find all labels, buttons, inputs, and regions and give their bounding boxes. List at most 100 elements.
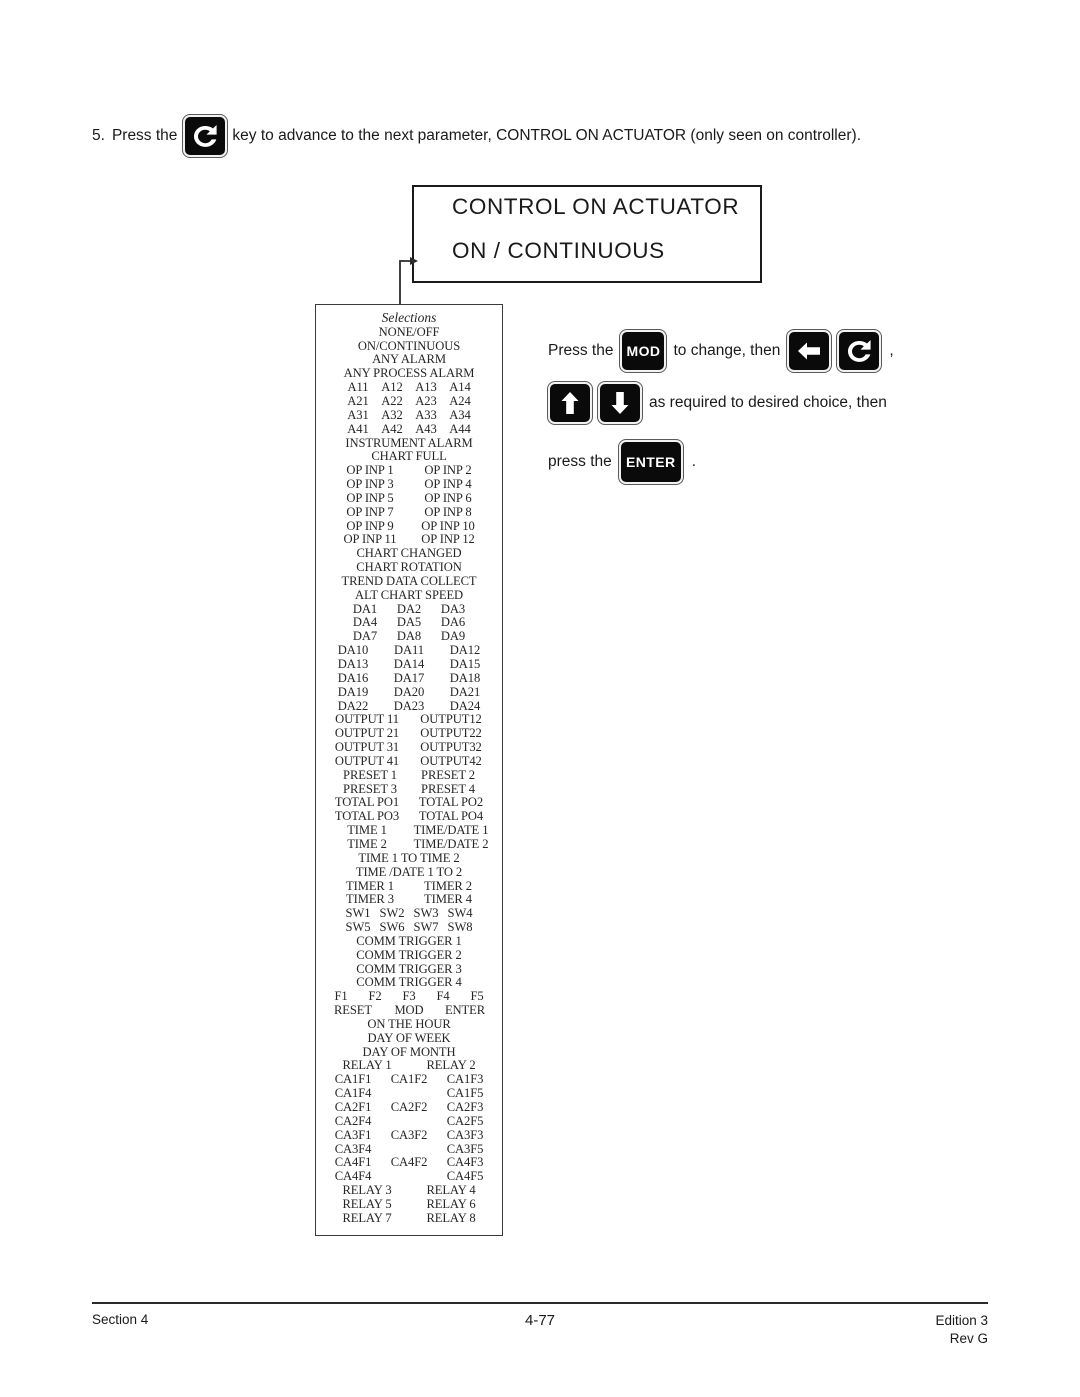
- selection-row: DA16 DA17 DA18: [316, 670, 502, 686]
- selection-item: SW2: [379, 906, 405, 921]
- selection-item: SW4: [447, 906, 473, 921]
- selection-item: OP INP 5: [346, 490, 394, 505]
- selection-item: OUTPUT 41: [334, 753, 400, 768]
- instr3-press-the: press the: [548, 453, 612, 470]
- selection-item: ON/CONTINUOUS: [357, 338, 461, 353]
- selection-item: ANY ALARM: [372, 352, 446, 367]
- selection-item: CA1F5: [446, 1086, 484, 1101]
- selection-item: RELAY 7: [342, 1210, 392, 1225]
- selection-item: OP INP 1: [346, 463, 394, 478]
- selection-item: CA2F4: [334, 1113, 372, 1128]
- selection-row: PRESET 3 PRESET 4: [316, 781, 502, 797]
- selection-item: TIME /DATE 1 TO 2: [355, 864, 463, 879]
- selection-row: OUTPUT 31 OUTPUT32: [316, 740, 502, 755]
- enter-key-button[interactable]: ENTER: [617, 439, 684, 485]
- selection-item: OUTPUT 31: [334, 740, 400, 755]
- selection-item: RESET: [334, 1003, 372, 1018]
- selection-item: A44: [449, 421, 471, 436]
- left-arrow-icon[interactable]: [786, 329, 833, 373]
- selection-item: RELAY 1: [342, 1058, 392, 1073]
- selection-item: OUTPUT12: [420, 712, 482, 727]
- selection-item: OP INP 11: [343, 532, 397, 547]
- selection-row: OP INP 11 OP INP 12: [316, 533, 502, 547]
- selection-item: DA6: [440, 615, 466, 630]
- selection-item: TREND DATA COLLECT: [341, 573, 477, 588]
- selection-item: DA1: [352, 601, 378, 616]
- selection-item: CHART ROTATION: [356, 560, 462, 575]
- selection-row: CA1F4 CA1F5: [316, 1086, 502, 1101]
- selection-item: OP INP 8: [424, 504, 472, 519]
- loop-advance-icon[interactable]: [836, 329, 883, 373]
- selection-row: OP INP 3 OP INP 4: [316, 477, 502, 492]
- selection-item: COMM TRIGGER 1: [356, 933, 462, 948]
- selection-item: A41: [347, 421, 369, 436]
- selection-row: TIME 1 TIME/DATE 1: [316, 823, 502, 838]
- selection-item: F1: [334, 989, 348, 1004]
- selection-item: DA8: [396, 629, 422, 644]
- step-text-before: Press the: [111, 127, 178, 144]
- selection-item: CA1F4: [334, 1086, 372, 1101]
- selection-item: TIME 1: [347, 823, 387, 838]
- selection-item: DAY OF WEEK: [367, 1030, 451, 1045]
- selection-row: OP INP 9 OP INP 10: [316, 518, 502, 534]
- selection-item: DA20: [393, 684, 425, 699]
- instr1-to-change: to change, then: [673, 342, 781, 359]
- selection-item: TIMER 2: [424, 878, 472, 893]
- selection-item: RELAY 8: [426, 1210, 476, 1225]
- selection-item: OP INP 9: [346, 518, 394, 533]
- selections-rows: NONE/OFF ON/CONTINUOUS ANY ALARM ANY PROCES…: [316, 324, 502, 1226]
- selection-item: A22: [381, 393, 403, 408]
- selection-item: A14: [449, 380, 471, 395]
- selection-item: COMM TRIGGER 4: [356, 975, 462, 990]
- selection-item: CA3F2: [390, 1127, 428, 1142]
- mod-key-label: MOD: [626, 343, 661, 359]
- selection-item: PRESET 2: [421, 767, 475, 782]
- selection-item: CA3F1: [334, 1127, 372, 1142]
- selection-item: OUTPUT42: [420, 753, 482, 768]
- selection-item: A11: [347, 380, 369, 395]
- selection-row: CA2F1 CA2F2 CA2F3: [316, 1100, 502, 1115]
- selection-row: RELAY 5 RELAY 6: [316, 1196, 502, 1212]
- selection-item: SW6: [379, 920, 405, 935]
- selection-row: RESET MOD ENTER: [316, 1003, 502, 1018]
- selection-item: RELAY 4: [426, 1183, 476, 1198]
- selection-item: DA16: [337, 670, 369, 685]
- selection-item: RELAY 5: [342, 1196, 392, 1211]
- selection-item: PRESET 1: [343, 767, 397, 782]
- up-arrow-icon[interactable]: [547, 381, 593, 425]
- selection-item: SW8: [447, 920, 473, 935]
- footer-divider: [92, 1302, 988, 1304]
- selection-row: OUTPUT 41 OUTPUT42: [316, 753, 502, 769]
- selection-item: NONE/OFF: [378, 324, 440, 339]
- loop-advance-icon[interactable]: [182, 114, 229, 158]
- key-instructions: Press the MOD to change, then , as requi…: [547, 329, 968, 485]
- selection-item: F2: [368, 989, 382, 1004]
- selection-row: RELAY 1 RELAY 2: [316, 1059, 502, 1073]
- instr1-press-the: Press the: [548, 342, 614, 359]
- selection-item: TIME 2: [347, 836, 387, 851]
- selection-item: TOTAL PO4: [418, 809, 484, 824]
- selection-row: RELAY 7 RELAY 8: [316, 1210, 502, 1226]
- selection-item: RELAY 3: [342, 1183, 392, 1198]
- display-readout: CONTROL ON ACTUATOR ON / CONTINUOUS: [412, 185, 762, 283]
- selection-item: PRESET 3: [343, 781, 397, 796]
- selection-item: DA22: [337, 698, 369, 713]
- selection-item: COMM TRIGGER 2: [356, 947, 462, 962]
- selection-item: DA13: [337, 657, 369, 672]
- mod-key-button[interactable]: MOD: [619, 329, 668, 373]
- selection-row: CA3F4 CA3F5: [316, 1141, 502, 1157]
- selection-row: PRESET 1 PRESET 2: [316, 767, 502, 783]
- selection-row: DA19 DA20 DA21: [316, 684, 502, 700]
- selection-item: CA4F1: [334, 1155, 372, 1170]
- instruction-row-3: press the ENTER .: [548, 439, 968, 485]
- footer-revision: Rev G: [949, 1331, 988, 1347]
- selection-item: DA7: [352, 629, 378, 644]
- selection-row: CA4F4 CA4F5: [316, 1169, 502, 1184]
- down-arrow-icon[interactable]: [597, 381, 643, 425]
- selection-item: TIMER 1: [346, 878, 394, 893]
- selection-item: CA3F4: [334, 1141, 372, 1156]
- selection-item: RELAY 6: [426, 1196, 476, 1211]
- selection-item: TIME/DATE 2: [413, 836, 489, 851]
- selection-item: OP INP 6: [424, 490, 472, 505]
- selection-item: CA4F3: [446, 1155, 484, 1170]
